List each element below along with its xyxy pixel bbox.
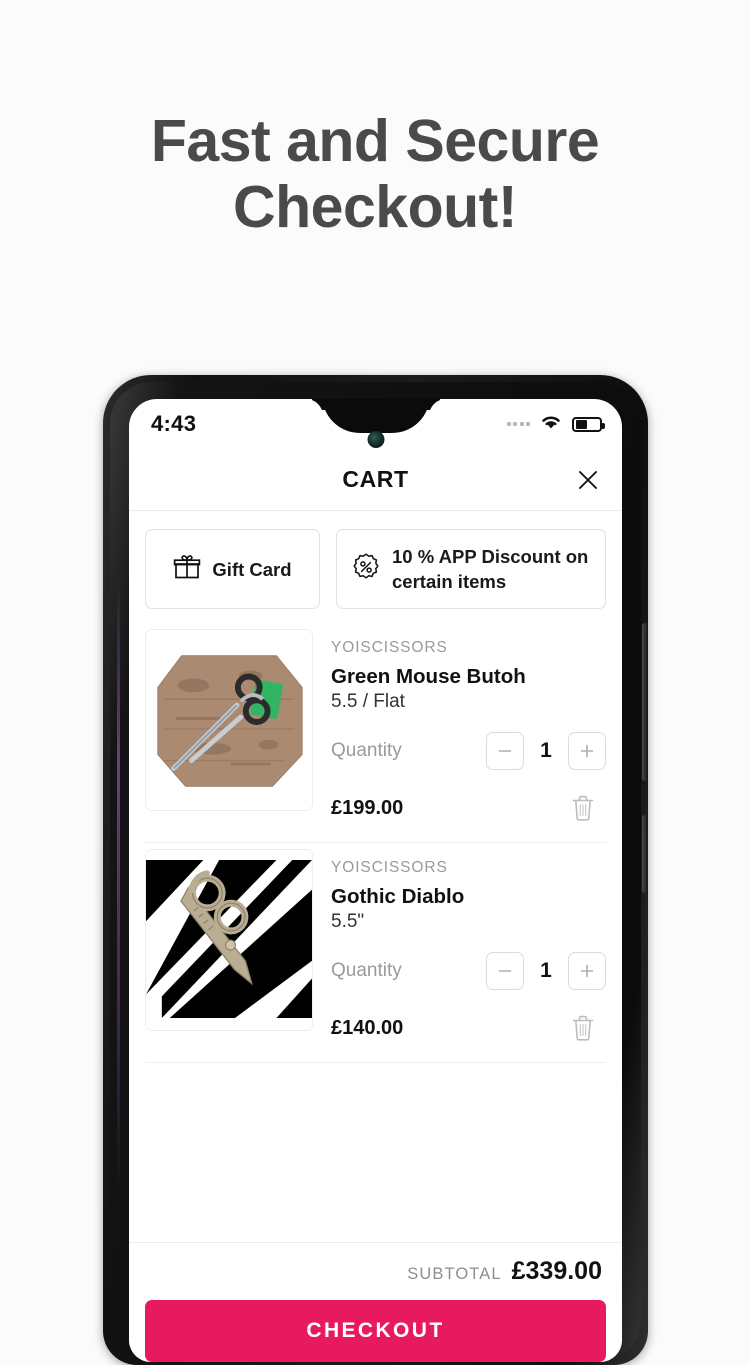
product-title: Green Mouse Butoh: [331, 665, 526, 688]
quantity-increment-button[interactable]: [568, 732, 606, 770]
app-discount-label: 10 % APP Discount on certain items: [392, 546, 589, 592]
trash-icon: [572, 795, 594, 821]
gift-card-chip[interactable]: Gift Card: [145, 529, 320, 609]
subtotal-value: £339.00: [511, 1257, 602, 1285]
percent-badge-icon: [351, 552, 381, 587]
cart-item: YOISCISSORS Green Mouse Butoh 5.5 / Flat…: [145, 623, 606, 843]
status-bar-clock: 4:43: [151, 411, 197, 436]
quantity-value: 1: [540, 739, 552, 762]
product-variant: 5.5": [331, 911, 365, 932]
checkout-button[interactable]: CHECKOUT: [145, 1300, 606, 1362]
volume-button[interactable]: [642, 623, 648, 781]
subtotal-row: SUBTOTAL £339.00: [145, 1257, 606, 1286]
close-button[interactable]: [570, 462, 606, 498]
status-bar-indicators: [506, 413, 605, 436]
cart-item: YOISCISSORS Gothic Diablo 5.5" Quantity …: [145, 843, 606, 1063]
product-title: Gothic Diablo: [331, 885, 465, 908]
subtotal-label: SUBTOTAL: [407, 1265, 502, 1283]
quantity-stepper: Quantity 1: [331, 732, 606, 770]
quantity-stepper: Quantity 1: [331, 952, 606, 990]
product-variant: 5.5 / Flat: [331, 691, 405, 712]
cart-item-details: YOISCISSORS Green Mouse Butoh 5.5 / Flat…: [331, 629, 606, 826]
quantity-increment-button[interactable]: [568, 952, 606, 990]
promo-headline-line-2: Checkout!: [233, 174, 517, 240]
plus-icon: [580, 744, 594, 758]
power-button[interactable]: [642, 815, 648, 893]
product-thumbnail[interactable]: [145, 849, 313, 1031]
gift-card-label: Gift Card: [212, 558, 292, 580]
product-vendor: YOISCISSORS: [331, 859, 448, 876]
status-bar: 4:43: [129, 399, 622, 449]
cart-item-details: YOISCISSORS Gothic Diablo 5.5" Quantity …: [331, 849, 606, 1046]
product-vendor: YOISCISSORS: [331, 639, 448, 656]
page-title: CART: [342, 466, 409, 492]
phone-screen: 4:43 CART Gift Card 10 % APP Discount on…: [129, 399, 622, 1362]
plus-icon: [580, 964, 594, 978]
quantity-label: Quantity: [331, 960, 402, 981]
promo-chips: Gift Card 10 % APP Discount on certain i…: [129, 511, 622, 623]
gift-icon: [173, 553, 201, 586]
product-thumbnail[interactable]: [145, 629, 313, 811]
phone-mockup: 4:43 CART Gift Card 10 % APP Discount on…: [103, 375, 648, 1365]
remove-item-button[interactable]: [566, 1010, 600, 1046]
remove-item-button[interactable]: [566, 790, 600, 826]
quantity-label: Quantity: [331, 740, 402, 761]
app-discount-chip[interactable]: 10 % APP Discount on certain items: [336, 529, 606, 609]
app-header: CART: [129, 449, 622, 511]
minus-icon: [498, 750, 512, 752]
product-price: £140.00: [331, 1016, 404, 1039]
close-icon: [579, 470, 597, 489]
quantity-value: 1: [540, 959, 552, 982]
wifi-icon: [539, 413, 563, 436]
trash-icon: [572, 1015, 594, 1041]
cart-footer: SUBTOTAL £339.00 CHECKOUT: [129, 1242, 622, 1362]
signal-dots-icon: [506, 422, 530, 426]
promo-headline: Fast and Secure Checkout!: [0, 108, 750, 240]
product-price: £199.00: [331, 796, 404, 819]
minus-icon: [498, 970, 512, 972]
quantity-decrement-button[interactable]: [486, 952, 524, 990]
cart-item-price-row: £140.00: [331, 1010, 606, 1046]
quantity-decrement-button[interactable]: [486, 732, 524, 770]
gothic-scissors-thumbnail: [146, 850, 312, 1030]
cart-item-list: YOISCISSORS Green Mouse Butoh 5.5 / Flat…: [129, 623, 622, 1063]
promo-headline-line-1: Fast and Secure: [150, 108, 600, 174]
bezel-edge-glow: [117, 575, 120, 1195]
battery-icon: [572, 416, 605, 432]
cart-item-price-row: £199.00: [331, 790, 606, 826]
scissors-on-wood-thumbnail: [146, 630, 312, 810]
